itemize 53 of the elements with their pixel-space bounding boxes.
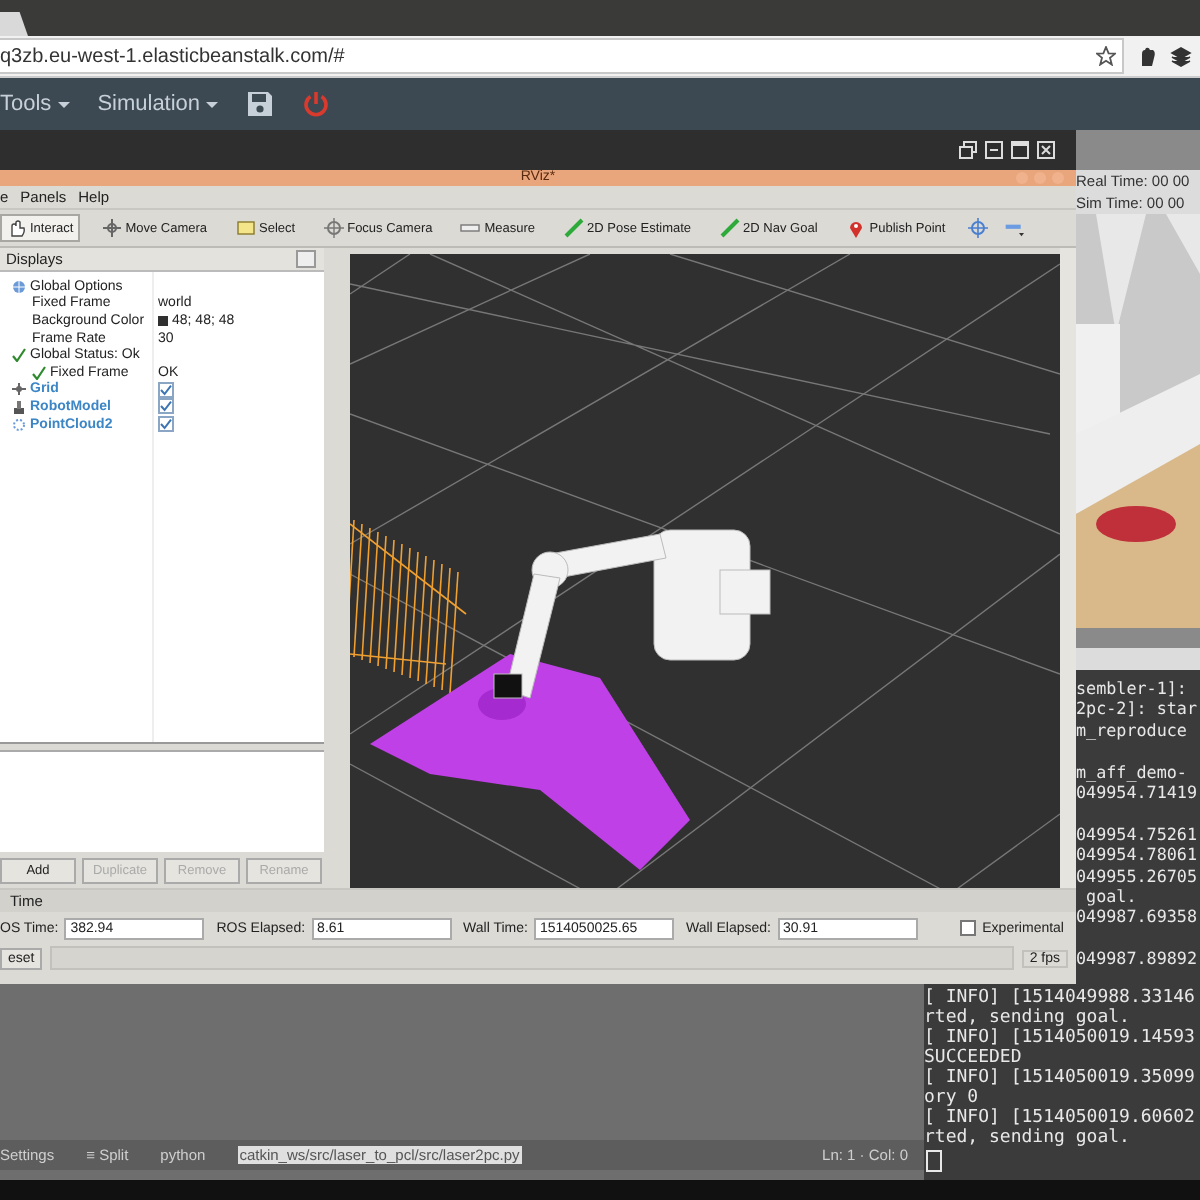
footer-bar <box>1076 628 1200 648</box>
globe-icon <box>12 279 26 294</box>
terminal-line: 2pc-2]: star <box>1076 698 1200 720</box>
terminal-line: [ INFO] [1514050019.14593 <box>924 1028 1197 1048</box>
terminal-line: 049987.89892 <box>1076 946 1200 970</box>
terminal-line: m_aff_demo- <box>1076 759 1189 782</box>
rectangle-icon <box>235 218 256 238</box>
terminal-line: [ INFO] [1514050019.35099 <box>924 1068 1197 1088</box>
terminal-line: 049954.78061 <box>1076 844 1200 866</box>
menu-button[interactable]: Simulation <box>97 92 219 116</box>
restore-icon[interactable] <box>958 140 978 160</box>
terminal-line: 049954.71419 <box>1076 781 1200 803</box>
menu-button[interactable]: Tools <box>0 92 70 116</box>
star-icon[interactable] <box>1096 46 1116 66</box>
terminal-line: 049954.75261 <box>1076 821 1200 845</box>
terminal-line: 049987.69358 <box>1076 906 1200 928</box>
terminal-line: [ INFO] [1514049988.33146 <box>924 988 1197 1008</box>
crosshair-icon <box>323 218 344 238</box>
checkbox[interactable] <box>960 920 977 936</box>
terminal-line: 049955.26705 <box>1076 865 1200 886</box>
terminal-line: rted, sending goal. <box>924 1128 1132 1148</box>
terminal-line: SUCCEEDED <box>924 1048 1024 1068</box>
undock-button[interactable] <box>296 250 316 268</box>
hand-icon <box>6 218 26 238</box>
browser-tab[interactable] <box>0 12 28 36</box>
terminal-line: [ INFO] [1514050019.60602 <box>924 1108 1197 1128</box>
url-text: q3zb.eu-west-1.elasticbeanstalk.com/# <box>0 45 345 67</box>
caret-icon <box>57 101 70 107</box>
maximize-icon[interactable] <box>1010 140 1030 160</box>
ruler-icon <box>460 218 481 238</box>
terminal-line: rted, sending goal. <box>924 1008 1132 1028</box>
checkbox[interactable] <box>158 398 174 415</box>
layers-icon[interactable] <box>1170 45 1192 67</box>
address-field[interactable]: q3zb.eu-west-1.elasticbeanstalk.com/# <box>0 38 1124 74</box>
terminal-line: m_reproduce <box>1076 719 1189 741</box>
robot-icon <box>12 399 26 414</box>
caret-icon <box>206 101 219 107</box>
close-icon[interactable] <box>1036 140 1056 160</box>
pin-icon <box>845 218 866 238</box>
text-cursor <box>926 1150 942 1172</box>
checkbox[interactable] <box>158 416 174 433</box>
crosshair-icon[interactable] <box>967 218 988 238</box>
move-icon <box>101 218 122 238</box>
color-swatch <box>158 315 168 326</box>
save-icon[interactable] <box>246 90 275 118</box>
terminal-line: sembler-1]: <box>1076 678 1189 699</box>
grid-icon <box>12 382 26 397</box>
terminal-line: goal. <box>1084 885 1139 907</box>
hand-icon[interactable] <box>1136 45 1158 67</box>
dots-icon <box>12 417 26 432</box>
terminal-line: ory 0 <box>924 1088 981 1108</box>
checkbox[interactable] <box>158 381 174 398</box>
minimize-icon[interactable] <box>984 140 1004 160</box>
